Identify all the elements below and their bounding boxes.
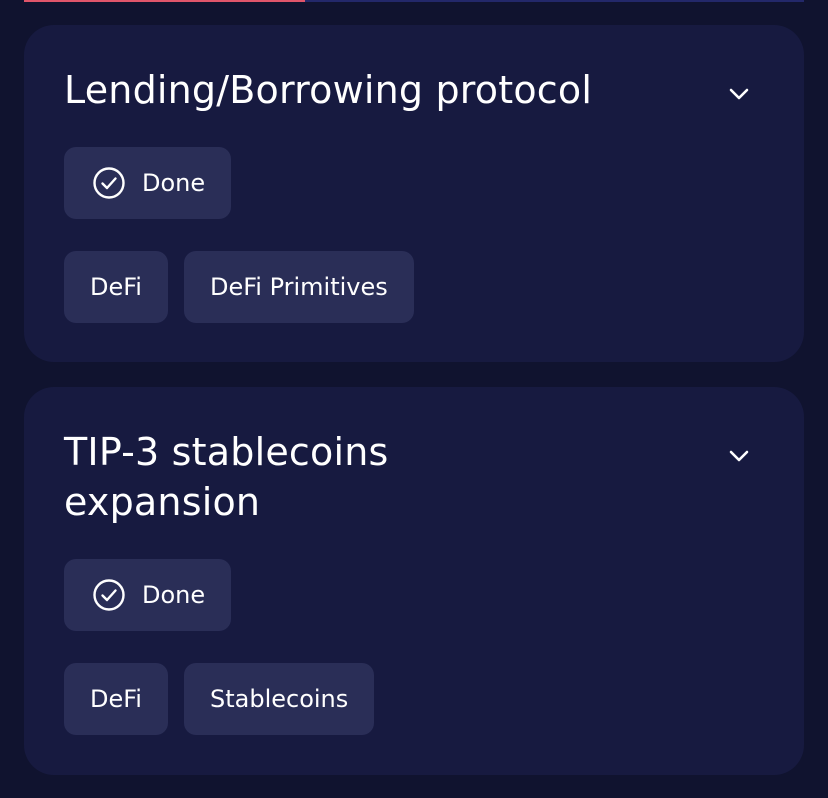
status-badge: Done [64,559,232,631]
chevron-down-icon[interactable] [724,79,754,109]
status-badge: Done [64,147,232,219]
card-title: Lending/Borrowing protocol [64,68,593,112]
roadmap-card-tip3-stablecoins[interactable]: TIP-3 stablecoins expansion Done DeFi St… [24,387,804,775]
check-circle-icon [92,166,126,200]
progress-fill [24,0,305,2]
tag-chip[interactable]: Stablecoins [183,663,375,735]
tag-chip[interactable]: DeFi Primitives [183,251,414,323]
roadmap-card-lending-borrowing[interactable]: Lending/Borrowing protocol Done DeFi DeF… [24,25,804,362]
tag-chip[interactable]: DeFi [64,251,168,323]
progress-bar [24,0,804,2]
card-title: TIP-3 stablecoins expansion [64,430,389,524]
status-label: Done [142,169,206,197]
tag-list: DeFi Stablecoins [64,663,375,735]
chevron-down-icon[interactable] [724,441,754,471]
tag-chip[interactable]: DeFi [64,663,168,735]
tag-list: DeFi DeFi Primitives [64,251,414,323]
status-label: Done [142,581,206,609]
check-circle-icon [92,578,126,612]
